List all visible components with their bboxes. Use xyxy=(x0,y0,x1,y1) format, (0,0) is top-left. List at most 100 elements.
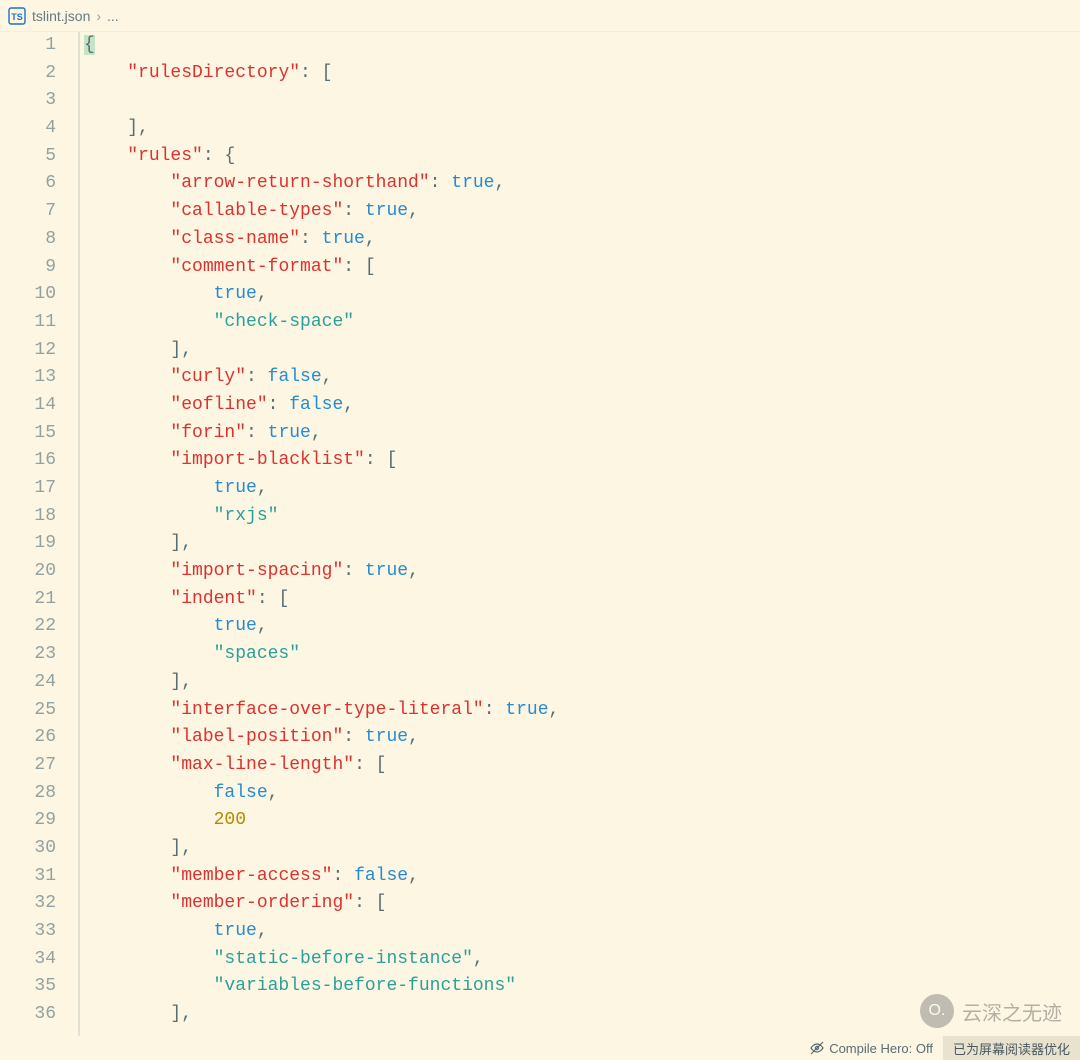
token-p: : xyxy=(343,561,365,581)
line-number: 13 xyxy=(0,364,56,392)
line-number: 12 xyxy=(0,337,56,365)
token-p xyxy=(84,589,170,609)
token-b: false xyxy=(268,367,322,387)
token-p xyxy=(84,561,170,581)
line-number-gutter: 1234567891011121314151617181920212223242… xyxy=(0,32,78,1036)
line-number: 6 xyxy=(0,170,56,198)
token-p: : [ xyxy=(343,257,375,277)
token-p: , xyxy=(365,229,376,249)
line-number: 10 xyxy=(0,281,56,309)
token-b: false xyxy=(289,395,343,415)
status-screen-reader[interactable]: 已为屏幕阅读器优化 xyxy=(943,1036,1080,1060)
line-number: 30 xyxy=(0,835,56,863)
token-hl: { xyxy=(84,35,95,55)
token-p xyxy=(84,866,170,886)
code-line[interactable]: "max-line-length": [ xyxy=(84,752,1080,780)
line-number: 24 xyxy=(0,669,56,697)
token-p: ], xyxy=(84,533,192,553)
code-line[interactable]: "import-blacklist": [ xyxy=(84,447,1080,475)
code-line[interactable]: ], xyxy=(84,530,1080,558)
code-line[interactable]: "comment-format": [ xyxy=(84,254,1080,282)
code-line[interactable]: "member-access": false, xyxy=(84,863,1080,891)
status-screen-reader-label: 已为屏幕阅读器优化 xyxy=(953,1039,1070,1058)
token-p: : xyxy=(484,700,506,720)
token-p xyxy=(84,810,214,830)
code-line[interactable]: "callable-types": true, xyxy=(84,198,1080,226)
token-p: : [ xyxy=(354,755,386,775)
code-line[interactable]: ], xyxy=(84,669,1080,697)
code-line[interactable]: "member-ordering": [ xyxy=(84,890,1080,918)
token-b: true xyxy=(214,616,257,636)
code-line[interactable]: 200 xyxy=(84,807,1080,835)
code-line[interactable]: true, xyxy=(84,281,1080,309)
line-number: 31 xyxy=(0,863,56,891)
code-area[interactable]: { "rulesDirectory": [ ], "rules": { "arr… xyxy=(78,32,1080,1036)
token-p xyxy=(84,423,170,443)
token-p: , xyxy=(257,616,268,636)
token-b: true xyxy=(365,201,408,221)
code-line[interactable]: true, xyxy=(84,613,1080,641)
code-line[interactable]: "rxjs" xyxy=(84,503,1080,531)
status-compile-hero[interactable]: Compile Hero: Off xyxy=(799,1036,943,1060)
token-p xyxy=(84,367,170,387)
breadcrumb[interactable]: TS tslint.json › ... xyxy=(0,0,1080,32)
token-p: , xyxy=(408,561,419,581)
token-p: , xyxy=(268,783,279,803)
code-line[interactable]: false, xyxy=(84,780,1080,808)
code-line[interactable]: "rules": { xyxy=(84,143,1080,171)
code-line[interactable]: "curly": false, xyxy=(84,364,1080,392)
code-editor[interactable]: 1234567891011121314151617181920212223242… xyxy=(0,32,1080,1036)
code-line[interactable]: ], xyxy=(84,337,1080,365)
token-b: true xyxy=(365,561,408,581)
code-line[interactable]: "indent": [ xyxy=(84,586,1080,614)
breadcrumb-file[interactable]: tslint.json xyxy=(32,8,90,24)
line-number: 36 xyxy=(0,1001,56,1029)
token-s: "variables-before-functions" xyxy=(214,976,516,996)
line-number: 14 xyxy=(0,392,56,420)
breadcrumb-tail[interactable]: ... xyxy=(107,8,119,24)
svg-text:TS: TS xyxy=(11,12,23,22)
token-k: "comment-format" xyxy=(170,257,343,277)
line-number: 20 xyxy=(0,558,56,586)
code-line[interactable]: "eofline": false, xyxy=(84,392,1080,420)
code-line[interactable]: ], xyxy=(84,835,1080,863)
token-p: : xyxy=(246,423,268,443)
token-p: ], xyxy=(84,1004,192,1024)
token-p xyxy=(84,921,214,941)
line-number: 9 xyxy=(0,254,56,282)
token-p: , xyxy=(257,921,268,941)
token-p: , xyxy=(257,478,268,498)
token-p xyxy=(84,201,170,221)
code-line[interactable]: "static-before-instance", xyxy=(84,946,1080,974)
code-line[interactable]: "class-name": true, xyxy=(84,226,1080,254)
code-line[interactable]: ], xyxy=(84,115,1080,143)
code-line[interactable]: "label-position": true, xyxy=(84,724,1080,752)
token-k: "callable-types" xyxy=(170,201,343,221)
line-number: 19 xyxy=(0,530,56,558)
token-p: : [ xyxy=(354,893,386,913)
code-line[interactable]: "interface-over-type-literal": true, xyxy=(84,697,1080,725)
token-k: "member-access" xyxy=(170,866,332,886)
line-number: 4 xyxy=(0,115,56,143)
code-line[interactable]: true, xyxy=(84,918,1080,946)
token-p: , xyxy=(322,367,333,387)
code-line[interactable]: "arrow-return-shorthand": true, xyxy=(84,170,1080,198)
code-line[interactable]: "check-space" xyxy=(84,309,1080,337)
code-line[interactable]: true, xyxy=(84,475,1080,503)
token-p: , xyxy=(257,284,268,304)
code-line[interactable]: "import-spacing": true, xyxy=(84,558,1080,586)
token-k: "class-name" xyxy=(170,229,300,249)
token-k: "rulesDirectory" xyxy=(127,63,300,83)
token-p: , xyxy=(473,949,484,969)
token-k: "member-ordering" xyxy=(170,893,354,913)
line-number: 1 xyxy=(0,32,56,60)
token-p: : xyxy=(430,173,452,193)
code-line[interactable] xyxy=(84,87,1080,115)
token-k: "arrow-return-shorthand" xyxy=(170,173,429,193)
code-line[interactable]: "spaces" xyxy=(84,641,1080,669)
code-line[interactable]: { xyxy=(84,32,1080,60)
code-line[interactable]: "rulesDirectory": [ xyxy=(84,60,1080,88)
code-line[interactable]: "forin": true, xyxy=(84,420,1080,448)
ts-file-icon: TS xyxy=(8,7,26,25)
line-number: 5 xyxy=(0,143,56,171)
